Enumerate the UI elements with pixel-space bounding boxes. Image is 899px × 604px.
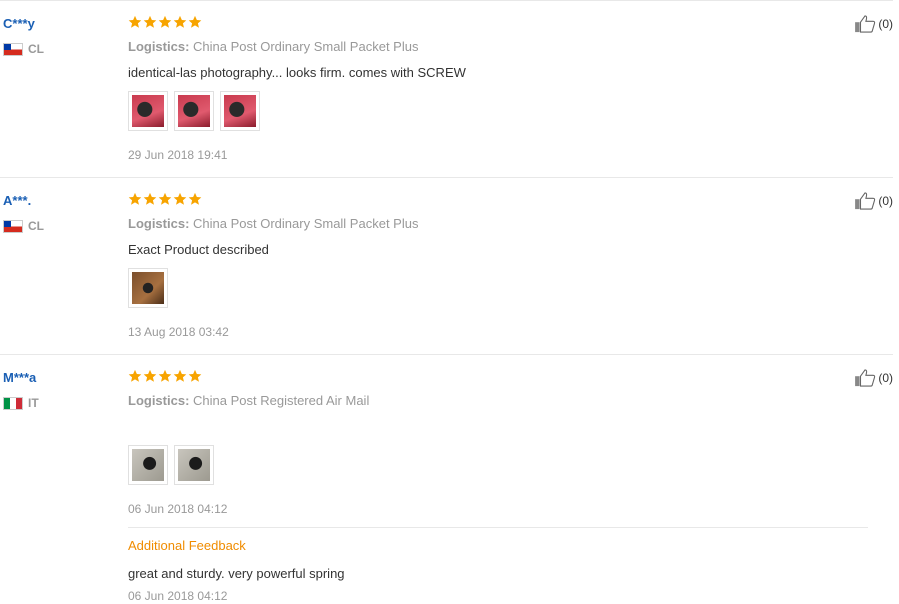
review-item: M***a IT Logistics: China Post Registere… — [0, 354, 893, 603]
star-icon — [188, 369, 202, 382]
chile-flag-icon — [3, 219, 23, 233]
star-icon — [143, 15, 157, 28]
additional-feedback: Additional Feedback great and sturdy. ve… — [128, 527, 868, 604]
brown-photo — [132, 272, 164, 304]
logistics-info: Logistics: China Post Ordinary Small Pac… — [128, 216, 868, 232]
red-photo — [224, 95, 256, 127]
country-code: IT — [28, 396, 39, 410]
country-code: CL — [28, 219, 44, 233]
review-text: Exact Product described — [128, 242, 269, 257]
reviewer-country: IT — [3, 395, 113, 411]
star-icon — [173, 15, 187, 28]
reviewer-name[interactable]: C***y — [3, 15, 113, 33]
additional-feedback-text: great and sturdy. very powerful spring — [128, 566, 345, 581]
review-date: 13 Aug 2018 03:42 — [128, 325, 229, 339]
review-photo-thumbnail[interactable] — [220, 91, 260, 131]
review-photos — [128, 445, 868, 487]
reviewer-country: CL — [3, 41, 113, 57]
helpful-count: (0) — [878, 194, 893, 208]
review-photo-thumbnail[interactable] — [128, 445, 168, 485]
star-icon — [188, 15, 202, 28]
helpful-count: (0) — [878, 371, 893, 385]
grey-photo — [132, 449, 164, 481]
star-icon — [143, 369, 157, 382]
logistics-value: China Post Registered Air Mail — [193, 393, 370, 408]
review-photo-thumbnail[interactable] — [174, 91, 214, 131]
star-icon — [158, 15, 172, 28]
review-photos — [128, 268, 868, 310]
star-rating — [128, 192, 868, 210]
review-photo-thumbnail[interactable] — [128, 91, 168, 131]
review-date: 29 Jun 2018 19:41 — [128, 148, 228, 162]
review-item: C***y CL Logistics: China Post Ordinary … — [0, 0, 893, 178]
red-photo — [178, 95, 210, 127]
review-content: Logistics: China Post Registered Air Mai… — [128, 369, 868, 604]
reviewer-name[interactable]: M***a — [3, 369, 113, 387]
helpful-count: (0) — [878, 17, 893, 31]
reviewer-info: M***a IT — [3, 369, 113, 411]
thumbs-up-icon — [855, 192, 876, 210]
star-rating — [128, 15, 868, 33]
helpful-button[interactable]: (0) — [854, 15, 893, 33]
thumbs-up-icon — [855, 369, 876, 387]
logistics-value: China Post Ordinary Small Packet Plus — [193, 216, 419, 231]
review-item: A***. CL Logistics: China Post Ordinary … — [0, 177, 893, 355]
country-code: CL — [28, 42, 44, 56]
star-icon — [188, 192, 202, 205]
review-text — [128, 419, 868, 435]
reviewer-country: CL — [3, 218, 113, 234]
star-icon — [128, 192, 142, 205]
review-content: Logistics: China Post Ordinary Small Pac… — [128, 192, 868, 340]
additional-feedback-title: Additional Feedback — [128, 538, 246, 553]
review-photo-thumbnail[interactable] — [174, 445, 214, 485]
logistics-info: Logistics: China Post Ordinary Small Pac… — [128, 39, 868, 55]
additional-feedback-date: 06 Jun 2018 04:12 — [128, 589, 228, 603]
logistics-value: China Post Ordinary Small Packet Plus — [193, 39, 419, 54]
star-icon — [173, 192, 187, 205]
reviewer-info: A***. CL — [3, 192, 113, 234]
star-icon — [128, 15, 142, 28]
star-rating — [128, 369, 868, 387]
star-icon — [158, 369, 172, 382]
review-text: identical-las photography... looks firm.… — [128, 65, 466, 80]
review-photo-thumbnail[interactable] — [128, 268, 168, 308]
star-icon — [173, 369, 187, 382]
star-icon — [143, 192, 157, 205]
helpful-button[interactable]: (0) — [854, 192, 893, 210]
grey-photo — [178, 449, 210, 481]
star-icon — [128, 369, 142, 382]
logistics-label: Logistics: — [128, 216, 190, 231]
review-content: Logistics: China Post Ordinary Small Pac… — [128, 15, 868, 163]
thumbs-up-icon — [855, 15, 876, 33]
helpful-button[interactable]: (0) — [854, 369, 893, 387]
chile-flag-icon — [3, 42, 23, 56]
logistics-label: Logistics: — [128, 39, 190, 54]
red-photo — [132, 95, 164, 127]
logistics-label: Logistics: — [128, 393, 190, 408]
reviewer-name[interactable]: A***. — [3, 192, 113, 210]
review-photos — [128, 91, 868, 133]
logistics-info: Logistics: China Post Registered Air Mai… — [128, 393, 868, 409]
star-icon — [158, 192, 172, 205]
review-date: 06 Jun 2018 04:12 — [128, 502, 228, 516]
italy-flag-icon — [3, 396, 23, 410]
reviewer-info: C***y CL — [3, 15, 113, 57]
